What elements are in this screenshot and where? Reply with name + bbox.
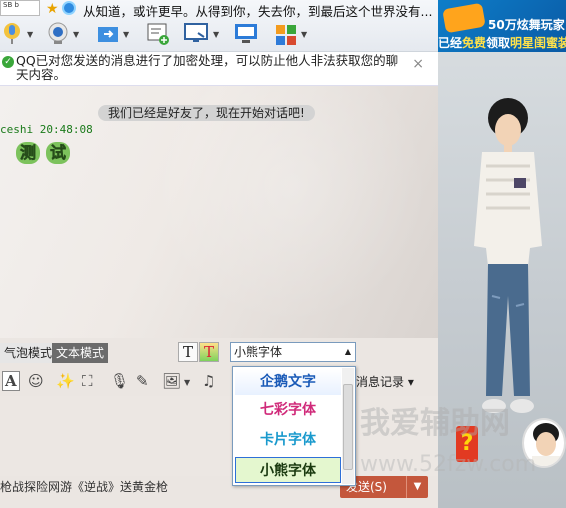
font-style-dropdown: 企鹅文字 七彩字体 卡片字体 小熊字体 bbox=[232, 366, 356, 486]
chevron-up-icon: ▲ bbox=[344, 347, 351, 356]
screenshot-icon[interactable]: ⛶ bbox=[82, 372, 93, 390]
font-icon[interactable]: A bbox=[2, 371, 20, 391]
system-message: 我们已经是好友了，现在开始对话吧! bbox=[98, 105, 315, 121]
banner-text: 领取 bbox=[486, 36, 511, 50]
magic-wand-icon[interactable]: ✨ bbox=[56, 372, 75, 390]
game-logo bbox=[442, 2, 486, 34]
music-icon[interactable]: ♫ bbox=[202, 372, 215, 390]
chat-toolbar: ▼ ▼ ▼ ▼ ▼ bbox=[0, 21, 438, 49]
message-mode-bar: 气泡模式 文本模式 T T 小熊字体 ▲ bbox=[0, 338, 438, 368]
text-format-icon[interactable]: T bbox=[178, 342, 198, 362]
emoji-icon[interactable]: ☺ bbox=[28, 372, 44, 390]
ad-link[interactable]: 枪战探险网游《逆战》送黄金枪 bbox=[0, 478, 168, 495]
remote-desktop-button[interactable] bbox=[234, 21, 260, 47]
message-bubble: 测 试 bbox=[16, 142, 70, 164]
chevron-down-icon[interactable]: ▼ bbox=[213, 30, 219, 39]
font-style-value: 小熊字体 bbox=[234, 345, 283, 359]
qq-show-avatar[interactable] bbox=[458, 96, 558, 436]
encryption-notice-text: QQ已对您发送的消息进行了加密处理，可以防止他人非法获取您的聊天内容。 bbox=[16, 53, 399, 82]
chevron-down-icon[interactable]: ▼ bbox=[123, 30, 129, 39]
edit-icon[interactable]: ✎ bbox=[136, 372, 149, 390]
message-add-icon bbox=[147, 23, 169, 45]
video-call-button[interactable]: ▼ bbox=[46, 21, 79, 47]
close-icon[interactable]: × bbox=[412, 56, 424, 72]
chevron-down-icon[interactable]: ▼ bbox=[27, 30, 33, 39]
banner-text: 已经 bbox=[438, 36, 463, 50]
chevron-down-icon[interactable]: ▼ bbox=[406, 476, 428, 498]
message-sender-time: ceshi 20:48:08 bbox=[0, 123, 93, 136]
text-mode-tab[interactable]: 文本模式 bbox=[52, 343, 108, 363]
remote-assist-button[interactable] bbox=[146, 21, 170, 47]
game-ad-banner[interactable]: 50万炫舞玩家 已经免费领取明星闺蜜装 bbox=[438, 0, 566, 52]
qzone-icon[interactable] bbox=[62, 1, 76, 15]
history-label: 消息记录 bbox=[356, 375, 405, 389]
font-option-penguin[interactable]: 企鹅文字 bbox=[235, 369, 341, 395]
star-icon[interactable]: ★ bbox=[46, 1, 59, 17]
microphone-icon[interactable]: 🎙 bbox=[110, 372, 129, 390]
microphone-icon bbox=[4, 23, 20, 44]
font-option-rainbow[interactable]: 七彩字体 bbox=[235, 397, 341, 423]
dropdown-scrollbar[interactable] bbox=[342, 368, 354, 484]
message-char: 试 bbox=[46, 142, 70, 164]
chat-window-header: SB b ★ 从知道，或许更早。从得到你，失去你，到最后这个世界没有... ▼ … bbox=[0, 0, 438, 52]
scrollbar-thumb[interactable] bbox=[343, 384, 353, 470]
voice-call-button[interactable]: ▼ bbox=[0, 21, 33, 47]
banner-line-1: 50万炫舞玩家 bbox=[488, 18, 565, 32]
apps-grid-icon bbox=[276, 25, 296, 45]
font-option-bear[interactable]: 小熊字体 bbox=[235, 457, 341, 483]
chevron-down-icon[interactable]: ▼ bbox=[73, 30, 79, 39]
message-history-button[interactable]: 消息记录 ▾ bbox=[356, 373, 414, 390]
image-icon[interactable]: 🖼 bbox=[162, 372, 181, 390]
chevron-down-icon[interactable]: ▼ bbox=[301, 30, 307, 39]
watermark-url: www.52fzw.com bbox=[360, 452, 537, 477]
input-toolbar: A ☺ ✨ ⛶ 🎙 ✎ 🖼 ▼ ♫ 消息记录 ▾ bbox=[0, 368, 438, 396]
message-char: 测 bbox=[16, 142, 40, 164]
banner-highlight: 明星闺蜜装 bbox=[510, 36, 566, 50]
bubble-mode-tab[interactable]: 气泡模式 bbox=[0, 343, 57, 363]
font-style-select[interactable]: 小熊字体 ▲ bbox=[230, 342, 356, 362]
folder-send-icon bbox=[98, 27, 118, 42]
banner-line-2: 已经免费领取明星闺蜜装 bbox=[438, 34, 566, 51]
check-icon: ✓ bbox=[2, 56, 14, 68]
chevron-down-icon[interactable]: ▼ bbox=[184, 378, 190, 387]
colorful-text-icon[interactable]: T bbox=[199, 342, 219, 362]
file-transfer-button[interactable]: ▼ bbox=[96, 21, 129, 47]
encryption-notice: ✓ QQ已对您发送的消息进行了加密处理，可以防止他人非法获取您的聊天内容。 × bbox=[0, 52, 438, 86]
footer-bar: 枪战探险网游《逆战》送黄金枪 发送(S) ▼ bbox=[0, 476, 438, 508]
friend-avatar-badge[interactable]: SB b bbox=[0, 0, 40, 16]
watermark: 我爱辅助网 bbox=[360, 406, 510, 441]
message-history: 我们已经是好友了，现在开始对话吧! ceshi 20:48:08 测 试 bbox=[0, 86, 438, 338]
monitor-icon bbox=[184, 23, 208, 42]
webcam-icon bbox=[48, 22, 68, 44]
app-center-button[interactable]: ▼ bbox=[274, 21, 307, 47]
font-option-card[interactable]: 卡片字体 bbox=[235, 427, 341, 453]
signature-row: SB b ★ 从知道，或许更早。从得到你，失去你，到最后这个世界没有... bbox=[0, 0, 438, 19]
desktop-icon bbox=[235, 24, 257, 43]
screen-share-button[interactable]: ▼ bbox=[184, 21, 219, 47]
friend-signature: 从知道，或许更早。从得到你，失去你，到最后这个世界没有... bbox=[83, 4, 433, 19]
background-decoration bbox=[150, 86, 430, 326]
banner-highlight: 免费 bbox=[462, 36, 487, 50]
